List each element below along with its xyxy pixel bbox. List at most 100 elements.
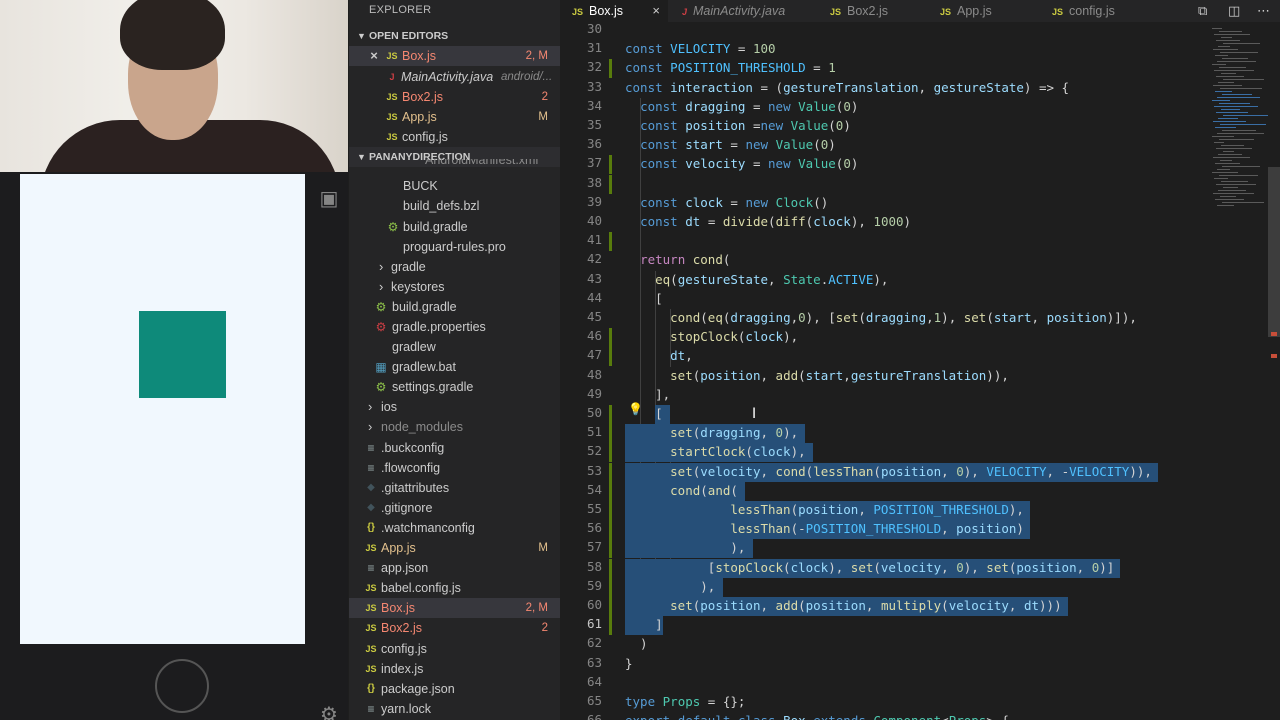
split-editor-icon[interactable]: ◫ [1228, 0, 1240, 22]
git-modified-marker[interactable] [609, 328, 612, 348]
code-line[interactable]: ) [625, 636, 648, 651]
scrollbar-thumb[interactable] [1268, 167, 1280, 337]
code-line[interactable]: const interaction = (gestureTranslation,… [625, 80, 1069, 95]
git-modified-marker[interactable] [609, 443, 612, 463]
file-row[interactable]: ≡ yarn.lock [349, 699, 560, 719]
code-line[interactable]: cond(and( [625, 483, 738, 498]
code-line[interactable]: set(position, add(position, multiply(vel… [625, 598, 1061, 613]
tab-mainactivity[interactable]: J MainActivity.java [668, 0, 808, 22]
code-line[interactable]: type Props = {}; [625, 694, 745, 709]
code-line[interactable]: startClock(clock), [625, 444, 806, 459]
file-row[interactable]: ⚙ gradle.properties [349, 317, 560, 337]
git-modified-marker[interactable] [609, 577, 612, 597]
git-modified-marker[interactable] [609, 347, 612, 367]
code-line[interactable]: [stopClock(clock), set(velocity, 0), set… [625, 560, 1115, 575]
code-line[interactable]: ] [625, 617, 663, 632]
file-row[interactable]: {} .watchmanconfig [349, 518, 560, 538]
code-line[interactable]: ), [625, 579, 715, 594]
code-line[interactable]: export default class Box extends Compone… [625, 713, 1009, 720]
file-row[interactable]: JS Box2.js 2 [349, 618, 560, 638]
open-editor-box2-js[interactable]: JS Box2.js 2 [349, 87, 560, 107]
tab-box2-js[interactable]: JS Box2.js [808, 0, 920, 22]
git-modified-marker[interactable] [609, 481, 612, 501]
code-line[interactable]: ), [625, 540, 745, 555]
git-modified-marker[interactable] [609, 520, 612, 540]
file-row[interactable]: JS App.js M [349, 538, 560, 558]
code-line[interactable]: return cond( [625, 252, 730, 267]
code-line[interactable]: const dt = divide(diff(clock), 1000) [625, 214, 911, 229]
file-row[interactable]: JS babel.config.js [349, 578, 560, 598]
code-line[interactable]: const velocity = new Value(0) [625, 156, 858, 171]
file-row[interactable]: proguard-rules.pro [349, 237, 560, 257]
lightbulb-icon[interactable]: 💡 [628, 402, 643, 416]
simulator-screen[interactable] [20, 174, 305, 644]
code-line[interactable]: ], [625, 387, 670, 402]
open-editor-box-js[interactable]: × JS Box.js 2, M [349, 46, 560, 66]
code-line[interactable]: set(dragging, 0), [625, 425, 798, 440]
git-modified-marker[interactable] [609, 539, 612, 559]
code-line[interactable]: const start = new Value(0) [625, 137, 836, 152]
code-line[interactable]: lessThan(position, POSITION_THRESHOLD), [625, 502, 1024, 517]
file-row[interactable]: ≡ app.json [349, 558, 560, 578]
code-editor[interactable]: 30 31 32 33 34 35 36 37 38 39 40 41 42 43 44 45 46 47 48 49… [560, 22, 1210, 720]
code-line[interactable]: [ [625, 291, 663, 306]
code-line[interactable]: cond(eq(dragging,0), [set(dragging,1), s… [625, 310, 1137, 325]
code-line[interactable]: stopClock(clock), [625, 329, 798, 344]
git-modified-marker[interactable] [609, 597, 612, 616]
open-editor-config-js[interactable]: JS config.js [349, 127, 560, 147]
code-line[interactable]: set(position, add(start,gestureTranslati… [625, 368, 1009, 383]
file-row[interactable]: {} package.json [349, 679, 560, 699]
code-line[interactable]: set(velocity, cond(lessThan(position, 0)… [625, 464, 1152, 479]
file-row[interactable]: ≡ .flowconfig [349, 458, 560, 478]
file-row[interactable]: gradlew [349, 337, 560, 357]
settings-gear-icon[interactable]: ⚙ [318, 704, 340, 720]
code-line[interactable]: eq(gestureState, State.ACTIVE), [625, 272, 888, 287]
git-modified-marker[interactable] [609, 462, 612, 482]
file-row[interactable]: ◆ .gitattributes [349, 478, 560, 498]
home-button[interactable] [155, 659, 209, 713]
folder-row[interactable]: › gradle [349, 257, 560, 277]
tab-config-js[interactable]: JS config.js [1030, 0, 1150, 22]
file-row[interactable]: ⚙ settings.gradle [349, 377, 560, 397]
open-editor-app-js[interactable]: JS App.js M [349, 107, 560, 127]
code-line[interactable]: const POSITION_THRESHOLD = 1 [625, 60, 836, 75]
folder-row[interactable]: › ios [349, 397, 560, 417]
file-row[interactable]: JS config.js [349, 639, 560, 659]
file-row-active[interactable]: JS Box.js 2, M [349, 598, 560, 618]
file-row[interactable]: build_defs.bzl [349, 196, 560, 216]
file-row[interactable]: BUCK [349, 176, 560, 196]
git-modified-marker[interactable] [609, 232, 612, 252]
file-row[interactable]: JS index.js [349, 659, 560, 679]
folder-row[interactable]: › keystores [349, 277, 560, 297]
folder-row[interactable]: › node_modules [349, 417, 560, 437]
code-line[interactable]: const position =new Value(0) [625, 118, 851, 133]
git-modified-marker[interactable] [609, 155, 612, 175]
file-row[interactable]: AndroidManifest.xml [349, 159, 560, 171]
git-modified-marker[interactable] [609, 616, 612, 636]
file-row[interactable]: ◆ .gitignore [349, 498, 560, 518]
file-row[interactable]: ⚙ build.gradle [349, 217, 560, 237]
minimap[interactable] [1210, 22, 1268, 720]
animated-box[interactable] [139, 311, 226, 398]
git-modified-marker[interactable] [609, 405, 612, 424]
open-editors-header[interactable]: ▼ OPEN EDITORS [349, 26, 560, 46]
code-line[interactable]: dt, [625, 348, 693, 363]
git-modified-marker[interactable] [609, 558, 612, 578]
code-line[interactable]: lessThan(-POSITION_THRESHOLD, position) [625, 521, 1024, 536]
file-row[interactable]: ▦ gradlew.bat [349, 357, 560, 377]
close-icon[interactable]: × [367, 46, 381, 66]
git-modified-marker[interactable] [609, 424, 612, 444]
git-modified-marker[interactable] [609, 59, 612, 79]
code-line[interactable]: const clock = new Clock() [625, 195, 828, 210]
tab-box-js[interactable]: JS Box.js × [560, 0, 668, 22]
more-actions-icon[interactable]: ⋯ [1257, 0, 1270, 22]
code-line[interactable]: const dragging = new Value(0) [625, 99, 858, 114]
file-row[interactable]: ≡ .buckconfig [349, 438, 560, 458]
tab-app-js[interactable]: JS App.js [920, 0, 1030, 22]
vertical-scrollbar[interactable] [1268, 22, 1280, 720]
extensions-icon[interactable]: ▣ [318, 188, 340, 210]
open-editor-mainactivity[interactable]: J MainActivity.java android/... [349, 67, 560, 87]
code-line[interactable]: } [625, 656, 633, 671]
open-changes-icon[interactable]: ⧉ [1198, 0, 1207, 22]
git-modified-marker[interactable] [609, 174, 612, 194]
